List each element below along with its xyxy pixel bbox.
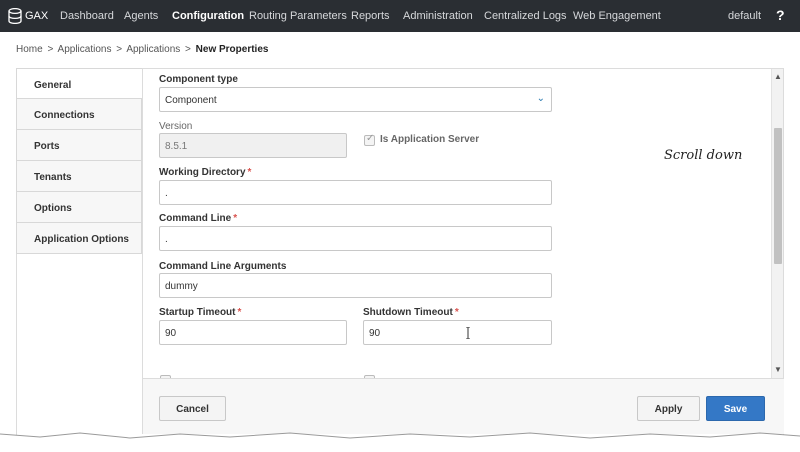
top-navigation-bar: GAX Dashboard Agents Configuration Routi… (0, 0, 800, 32)
command-line-label: Command Line * (159, 213, 238, 224)
torn-edge-decoration (0, 432, 800, 452)
command-line-arguments-input[interactable]: dummy (159, 273, 552, 298)
version-field: 8.5.1 (159, 133, 347, 158)
breadcrumb: Home > Applications > Applications > New… (16, 44, 270, 55)
scroll-down-arrow-icon[interactable]: ▼ (774, 365, 782, 374)
is-application-server-label: Is Application Server (380, 134, 480, 145)
working-directory-label: Working Directory * (159, 167, 252, 178)
breadcrumb-separator: > (47, 44, 54, 55)
sidenav-options[interactable]: Options (16, 192, 142, 223)
nav-configuration[interactable]: Configuration (172, 10, 244, 22)
apply-button[interactable]: Apply (637, 396, 700, 421)
required-marker: * (247, 167, 252, 178)
app-brand[interactable]: GAX (25, 10, 48, 22)
breadcrumb-applications[interactable]: Applications (58, 44, 112, 55)
help-icon[interactable]: ? (776, 7, 785, 23)
nav-web-engagement[interactable]: Web Engagement (573, 10, 661, 22)
nav-centralized-logs[interactable]: Centralized Logs (484, 10, 567, 22)
text-cursor-icon (466, 327, 470, 339)
user-menu[interactable]: default (728, 10, 761, 22)
component-type-value: Component (165, 95, 217, 106)
required-marker: * (233, 213, 238, 224)
nav-administration[interactable]: Administration (403, 10, 473, 22)
form-footer: Cancel Apply Save (142, 378, 784, 434)
breadcrumb-separator: > (116, 44, 123, 55)
is-application-server-checkbox[interactable]: ✓ (364, 133, 375, 146)
breadcrumb-home[interactable]: Home (16, 44, 43, 55)
sidenav-application-options[interactable]: Application Options (16, 223, 142, 254)
breadcrumb-current: New Properties (195, 44, 269, 55)
component-type-select[interactable]: Component ⌄ (159, 87, 552, 112)
cancel-button[interactable]: Cancel (159, 396, 226, 421)
breadcrumb-applications-2[interactable]: Applications (126, 44, 180, 55)
save-button[interactable]: Save (706, 396, 765, 421)
nav-agents[interactable]: Agents (124, 10, 158, 22)
required-marker: * (454, 307, 459, 318)
vertical-scrollbar[interactable]: ▲ ▼ (771, 69, 783, 378)
required-marker: * (237, 307, 242, 318)
side-navigation: General Connections Ports Tenants Option… (16, 68, 142, 254)
database-icon (8, 8, 22, 24)
sidenav-ports[interactable]: Ports (16, 130, 142, 161)
sidenav-tenants[interactable]: Tenants (16, 161, 142, 192)
working-directory-input[interactable]: . (159, 180, 552, 205)
nav-reports[interactable]: Reports (351, 10, 390, 22)
check-icon: ✓ (366, 133, 375, 144)
command-line-input[interactable]: . (159, 226, 552, 251)
startup-timeout-label: Startup Timeout * (159, 307, 242, 318)
scroll-down-annotation: Scroll down (664, 148, 743, 163)
component-type-label: Component type (159, 74, 238, 85)
shutdown-timeout-input[interactable]: 90 (363, 320, 552, 345)
chevron-down-icon: ⌄ (536, 93, 545, 104)
sidenav-general[interactable]: General (16, 68, 142, 99)
sidenav-connections[interactable]: Connections (16, 99, 142, 130)
breadcrumb-separator: > (185, 44, 191, 55)
shutdown-timeout-label: Shutdown Timeout * (363, 307, 459, 318)
nav-routing-parameters[interactable]: Routing Parameters (249, 10, 347, 22)
version-label: Version (159, 121, 193, 132)
nav-dashboard[interactable]: Dashboard (60, 10, 114, 22)
startup-timeout-input[interactable]: 90 (159, 320, 347, 345)
scrollbar-thumb[interactable] (774, 128, 782, 264)
scroll-up-arrow-icon[interactable]: ▲ (774, 72, 782, 81)
command-line-arguments-label: Command Line Arguments (159, 261, 287, 272)
general-form: Component type Component ⌄ Version 8.5.1… (142, 69, 771, 378)
